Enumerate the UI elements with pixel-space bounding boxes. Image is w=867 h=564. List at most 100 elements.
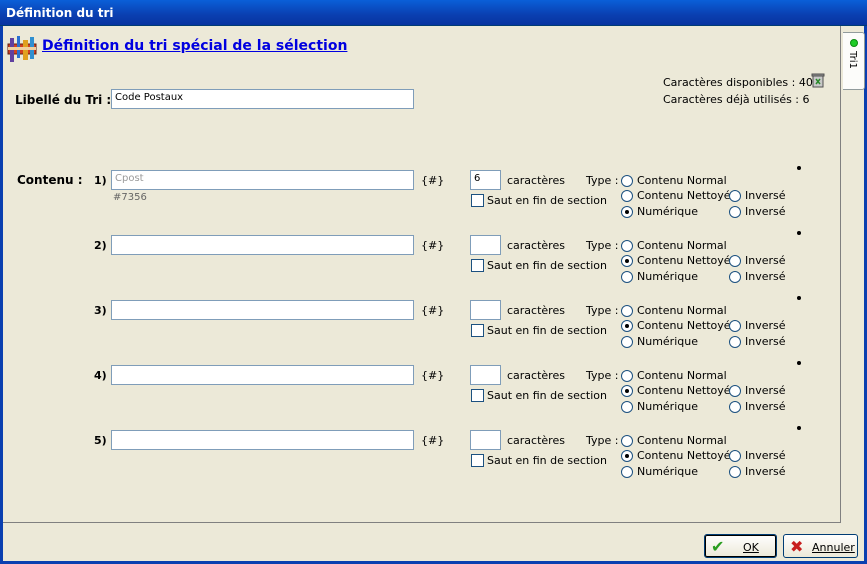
numerique-label: Numérique: [637, 205, 698, 218]
radio-contenu-nettoye[interactable]: [621, 255, 633, 267]
ok-button[interactable]: ✔ OK: [704, 534, 777, 558]
row-bullet: [797, 296, 801, 300]
annuler-button[interactable]: ✖ Annuler: [783, 534, 858, 558]
radio-contenu-normal[interactable]: [621, 305, 633, 317]
radio-contenu-nettoye[interactable]: [621, 450, 633, 462]
hash-button[interactable]: {#}: [421, 239, 444, 252]
saut-checkbox[interactable]: [471, 454, 484, 467]
saut-checkbox[interactable]: [471, 194, 484, 207]
field-input[interactable]: [111, 300, 414, 320]
field-input[interactable]: [111, 430, 414, 450]
contenu-nettoye-label: Contenu Nettoyé: [637, 384, 731, 397]
contenu-normal-label: Contenu Normal: [637, 174, 727, 187]
chars-label: caractères: [507, 369, 565, 382]
sort-definition-icon: [7, 34, 39, 64]
inverse-label: Inversé: [745, 449, 786, 462]
row-number: 4): [94, 369, 107, 382]
numerique-label: Numérique: [637, 270, 698, 283]
radio-inverse-nettoye[interactable]: [729, 255, 741, 267]
saut-checkbox[interactable]: [471, 259, 484, 272]
hash-button[interactable]: {#}: [421, 369, 444, 382]
type-label: Type :: [586, 434, 619, 447]
radio-contenu-nettoye[interactable]: [621, 320, 633, 332]
field-code: #7356: [113, 192, 147, 203]
libelle-label: Libellé du Tri :: [15, 93, 112, 107]
row-bullet: [797, 426, 801, 430]
inverse-label: Inversé: [745, 335, 786, 348]
radio-contenu-normal[interactable]: [621, 435, 633, 447]
chars-input[interactable]: [470, 235, 501, 255]
contenu-nettoye-label: Contenu Nettoyé: [637, 319, 731, 332]
inverse-label: Inversé: [745, 400, 786, 413]
chars-input[interactable]: [470, 300, 501, 320]
saut-label: Saut en fin de section: [487, 259, 608, 272]
type-label: Type :: [586, 239, 619, 252]
header-link[interactable]: Définition du tri spécial de la sélectio…: [42, 38, 347, 54]
contenu-nettoye-label: Contenu Nettoyé: [637, 189, 731, 202]
radio-numerique[interactable]: [621, 401, 633, 413]
radio-contenu-normal[interactable]: [621, 175, 633, 187]
window-title: Définition du tri: [6, 6, 114, 20]
numerique-label: Numérique: [637, 400, 698, 413]
radio-inverse-numerique[interactable]: [729, 271, 741, 283]
saut-label: Saut en fin de section: [487, 454, 608, 467]
saut-checkbox[interactable]: [471, 389, 484, 402]
chars-input[interactable]: 6: [470, 170, 501, 190]
contenu-nettoye-label: Contenu Nettoyé: [637, 254, 731, 267]
radio-inverse-numerique[interactable]: [729, 336, 741, 348]
hash-button[interactable]: {#}: [421, 434, 444, 447]
window-titlebar: Définition du tri: [0, 0, 867, 26]
field-input[interactable]: [111, 235, 414, 255]
inverse-label: Inversé: [745, 254, 786, 267]
radio-numerique[interactable]: [621, 271, 633, 283]
radio-contenu-nettoye[interactable]: [621, 190, 633, 202]
type-label: Type :: [586, 369, 619, 382]
annuler-label: Annuler: [812, 541, 855, 554]
radio-inverse-nettoye[interactable]: [729, 190, 741, 202]
radio-inverse-nettoye[interactable]: [729, 450, 741, 462]
inverse-label: Inversé: [745, 319, 786, 332]
chars-input[interactable]: [470, 430, 501, 450]
trash-icon[interactable]: [810, 72, 826, 88]
checkmark-icon: ✔: [711, 537, 725, 556]
inverse-label: Inversé: [745, 465, 786, 478]
contenu-normal-label: Contenu Normal: [637, 434, 727, 447]
hash-button[interactable]: {#}: [421, 304, 444, 317]
radio-inverse-numerique[interactable]: [729, 401, 741, 413]
contenu-normal-label: Contenu Normal: [637, 369, 727, 382]
contenu-nettoye-label: Contenu Nettoyé: [637, 449, 731, 462]
radio-inverse-nettoye[interactable]: [729, 320, 741, 332]
radio-contenu-normal[interactable]: [621, 370, 633, 382]
inverse-label: Inversé: [745, 189, 786, 202]
row-bullet: [797, 361, 801, 365]
radio-numerique[interactable]: [621, 206, 633, 218]
field-input[interactable]: Cpost: [111, 170, 414, 190]
available-chars-text: Caractères disponibles : 40: [663, 76, 813, 89]
saut-checkbox[interactable]: [471, 324, 484, 337]
type-label: Type :: [586, 304, 619, 317]
numerique-label: Numérique: [637, 335, 698, 348]
radio-contenu-nettoye[interactable]: [621, 385, 633, 397]
radio-numerique[interactable]: [621, 466, 633, 478]
tab-tri1[interactable]: Tri1: [843, 32, 865, 90]
row-number: 1): [94, 174, 107, 187]
radio-inverse-numerique[interactable]: [729, 206, 741, 218]
inverse-label: Inversé: [745, 270, 786, 283]
libelle-input[interactable]: Code Postaux: [111, 89, 414, 109]
numerique-label: Numérique: [637, 465, 698, 478]
chars-label: caractères: [507, 174, 565, 187]
chars-input[interactable]: [470, 365, 501, 385]
row-bullet: [797, 231, 801, 235]
row-number: 2): [94, 239, 107, 252]
radio-inverse-nettoye[interactable]: [729, 385, 741, 397]
field-input[interactable]: [111, 365, 414, 385]
radio-inverse-numerique[interactable]: [729, 466, 741, 478]
close-icon: ✖: [790, 537, 804, 556]
contenu-normal-label: Contenu Normal: [637, 239, 727, 252]
radio-contenu-normal[interactable]: [621, 240, 633, 252]
chars-label: caractères: [507, 304, 565, 317]
hash-button[interactable]: {#}: [421, 174, 444, 187]
saut-label: Saut en fin de section: [487, 324, 608, 337]
radio-numerique[interactable]: [621, 336, 633, 348]
row-bullet: [797, 166, 801, 170]
